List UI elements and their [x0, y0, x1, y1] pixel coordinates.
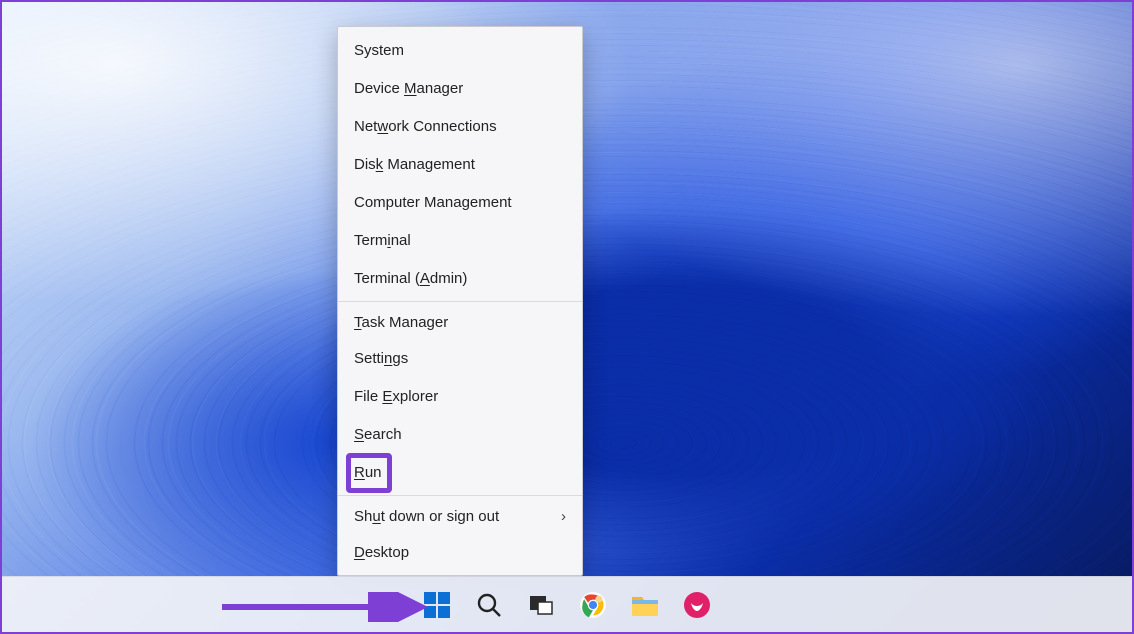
menu-item-terminal[interactable]: Terminal	[338, 221, 582, 259]
menu-item-shut-down-or-sign-out[interactable]: Shut down or sign out ›	[338, 495, 582, 533]
menu-item-run[interactable]: Run	[338, 453, 582, 491]
menu-item-label: Run	[354, 464, 382, 481]
menu-item-label: Device Manager	[354, 80, 463, 97]
menu-item-computer-management[interactable]: Computer Management	[338, 183, 582, 221]
chrome-button[interactable]	[571, 583, 615, 627]
file-explorer-icon	[631, 592, 659, 618]
windows-logo-icon	[424, 592, 450, 618]
search-icon	[476, 592, 502, 618]
menu-item-device-manager[interactable]: Device Manager	[338, 69, 582, 107]
start-context-menu: System Device Manager Network Connections D…	[337, 26, 583, 576]
menu-item-label: Settings	[354, 350, 408, 367]
search-button[interactable]	[467, 583, 511, 627]
menu-item-disk-management[interactable]: Disk Management	[338, 145, 582, 183]
app-pink-icon	[683, 591, 711, 619]
app-button[interactable]	[675, 583, 719, 627]
menu-item-search[interactable]: Search	[338, 415, 582, 453]
menu-item-label: Search	[354, 426, 402, 443]
menu-item-label: Terminal	[354, 232, 411, 249]
menu-item-terminal-admin[interactable]: Terminal (Admin)	[338, 259, 582, 297]
task-view-icon	[528, 592, 554, 618]
menu-item-label: Shut down or sign out	[354, 508, 499, 525]
menu-item-label: Terminal (Admin)	[354, 270, 467, 287]
menu-item-label: Network Connections	[354, 118, 497, 135]
file-explorer-button[interactable]	[623, 583, 667, 627]
menu-item-label: File Explorer	[354, 388, 438, 405]
menu-item-label: Task Manager	[354, 314, 448, 331]
menu-item-label: Desktop	[354, 544, 409, 561]
menu-item-network-connections[interactable]: Network Connections	[338, 107, 582, 145]
task-view-button[interactable]	[519, 583, 563, 627]
menu-item-system[interactable]: System	[338, 31, 582, 69]
menu-item-file-explorer[interactable]: File Explorer	[338, 377, 582, 415]
menu-item-label: System	[354, 42, 404, 59]
chevron-right-icon: ›	[561, 508, 566, 525]
menu-item-task-manager[interactable]: Task Manager	[338, 301, 582, 339]
taskbar	[2, 576, 1132, 632]
menu-item-label: Computer Management	[354, 194, 512, 211]
start-button[interactable]	[415, 583, 459, 627]
chrome-icon	[579, 591, 607, 619]
menu-item-desktop[interactable]: Desktop	[338, 533, 582, 571]
menu-item-label: Disk Management	[354, 156, 475, 173]
menu-item-settings[interactable]: Settings	[338, 339, 582, 377]
